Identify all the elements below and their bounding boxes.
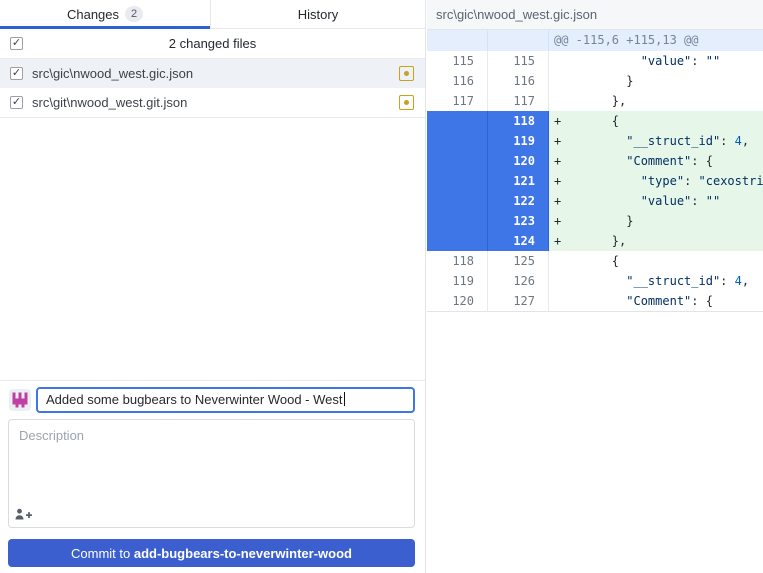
- diff-old-line-number[interactable]: [427, 211, 488, 231]
- diff-code-line: "__struct_id": 4,: [549, 271, 763, 291]
- diff-code-line: + "__struct_id": 4,: [549, 131, 763, 151]
- diff-new-line-number[interactable]: 116: [488, 71, 549, 91]
- diff-file-header: src\gic\nwood_west.gic.json: [427, 0, 763, 30]
- diff-old-line-number[interactable]: [427, 111, 488, 131]
- diff-code-line: + "Comment": {: [549, 151, 763, 171]
- commit-summary-input[interactable]: Added some bugbears to Neverwinter Wood …: [36, 387, 415, 413]
- diff-panel: src\gic\nwood_west.gic.json @@ -115,6 +1…: [427, 0, 763, 573]
- diff-old-line-number[interactable]: [427, 191, 488, 211]
- commit-button[interactable]: Commit to add-bugbears-to-neverwinter-wo…: [8, 539, 415, 567]
- file-path: src\gic\nwood_west.gic.json: [32, 66, 194, 81]
- diff-code-line: + },: [549, 231, 763, 251]
- changes-count-badge: 2: [125, 6, 144, 22]
- diff-old-line-number[interactable]: 117: [427, 91, 488, 111]
- modified-dot: [404, 100, 409, 105]
- diff-new-line-number[interactable]: 124: [488, 231, 549, 251]
- diff-new-line-number[interactable]: 121: [488, 171, 549, 191]
- diff-old-line-number[interactable]: [427, 231, 488, 251]
- file-row[interactable]: ✓ src\git\nwood_west.git.json: [0, 88, 425, 117]
- diff-row: 119 + "__struct_id": 4,: [427, 131, 763, 151]
- diff-code-line: + "value": "": [549, 191, 763, 211]
- diff-old-line-number[interactable]: 119: [427, 271, 488, 291]
- diff-code-line: "Comment": {: [549, 291, 763, 311]
- diff-new-line-number[interactable]: 117: [488, 91, 549, 111]
- diff-row: 115 115 "value": "": [427, 51, 763, 71]
- modified-dot: [404, 71, 409, 76]
- diff-row: 118 125 {: [427, 251, 763, 271]
- file-checkbox[interactable]: ✓: [10, 67, 23, 80]
- diff-old-line-number[interactable]: 118: [427, 251, 488, 271]
- github-desktop-window: Changes 2 History ✓ 2 changed files ✓ src…: [0, 0, 763, 573]
- modified-status-icon: [399, 95, 414, 110]
- diff-body: @@ -115,6 +115,13 @@ 115 115 "value": "" 11…: [427, 30, 763, 312]
- diff-new-line-number[interactable]: 119: [488, 131, 549, 151]
- commit-summary-row: Added some bugbears to Neverwinter Wood …: [9, 387, 415, 413]
- diff-row: 123 + }: [427, 211, 763, 231]
- diff-new-line-number[interactable]: 123: [488, 211, 549, 231]
- diff-old-line-number[interactable]: [427, 171, 488, 191]
- diff-code-line: }: [549, 71, 763, 91]
- diff-new-line-number[interactable]: 125: [488, 251, 549, 271]
- tab-history[interactable]: History: [210, 0, 425, 28]
- identicon-icon: [12, 392, 28, 408]
- diff-old-line-number: [427, 30, 488, 51]
- diff-code-line: "value": "": [549, 51, 763, 71]
- tab-changes-label: Changes: [66, 6, 120, 22]
- diff-row: 116 116 }: [427, 71, 763, 91]
- diff-row: 124 + },: [427, 231, 763, 251]
- sidebar-tabbar: Changes 2 History: [0, 0, 425, 29]
- avatar: [9, 389, 31, 411]
- diff-new-line-number: [488, 30, 549, 51]
- commit-form: Added some bugbears to Neverwinter Wood …: [0, 380, 425, 573]
- diff-new-line-number[interactable]: 127: [488, 291, 549, 311]
- diff-old-line-number[interactable]: 120: [427, 291, 488, 311]
- commit-description-input[interactable]: [9, 420, 414, 504]
- diff-old-line-number[interactable]: [427, 151, 488, 171]
- modified-status-icon: [399, 66, 414, 81]
- diff-hunk-row: @@ -115,6 +115,13 @@: [427, 30, 763, 51]
- diff-new-line-number[interactable]: 120: [488, 151, 549, 171]
- diff-code-line: },: [549, 91, 763, 111]
- diff-code-line: + "type": "cexostring",: [549, 171, 763, 191]
- file-checkbox[interactable]: ✓: [10, 96, 23, 109]
- commit-button-prefix: Commit to: [71, 545, 134, 561]
- tab-changes[interactable]: Changes 2: [0, 0, 210, 28]
- diff-old-line-number[interactable]: [427, 131, 488, 151]
- diff-row: 121+ "type": "cexostring",: [427, 171, 763, 191]
- commit-button-branch-name: add-bugbears-to-neverwinter-wood: [133, 545, 352, 561]
- diff-old-line-number[interactable]: 116: [427, 71, 488, 91]
- diff-new-line-number[interactable]: 122: [488, 191, 549, 211]
- changes-sidebar: Changes 2 History ✓ 2 changed files ✓ src…: [0, 0, 426, 573]
- diff-code-line: + }: [549, 211, 763, 231]
- text-caret: [343, 392, 345, 406]
- add-coauthor-button[interactable]: [14, 507, 36, 523]
- diff-row: 118 + {: [427, 111, 763, 131]
- diff-row: 117 117 },: [427, 91, 763, 111]
- diff-row: 120 127 "Comment": {: [427, 291, 763, 311]
- commit-description-box: [8, 419, 415, 528]
- tab-history-label: History: [297, 6, 339, 22]
- add-coauthor-icon: [15, 508, 32, 520]
- diff-row: 119 126 "__struct_id": 4,: [427, 271, 763, 291]
- diff-new-line-number[interactable]: 115: [488, 51, 549, 71]
- commit-summary-value: Added some bugbears to Neverwinter Wood …: [46, 392, 343, 407]
- diff-old-line-number[interactable]: 115: [427, 51, 488, 71]
- file-path: src\git\nwood_west.git.json: [32, 95, 188, 110]
- diff-code-line: @@ -115,6 +115,13 @@: [554, 33, 699, 47]
- diff-row: 122 + "value": "": [427, 191, 763, 211]
- changed-files-count-label: 2 changed files: [168, 36, 257, 51]
- diff-row: 120 + "Comment": {: [427, 151, 763, 171]
- diff-new-line-number[interactable]: 126: [488, 271, 549, 291]
- diff-new-line-number[interactable]: 118: [488, 111, 549, 131]
- file-row[interactable]: ✓ src\gic\nwood_west.gic.json: [0, 59, 425, 88]
- diff-code-line: {: [549, 251, 763, 271]
- changed-files-header: ✓ 2 changed files: [0, 29, 425, 59]
- diff-code-line: + {: [549, 111, 763, 131]
- changed-file-list: ✓ src\gic\nwood_west.gic.json ✓ src\git\nwo…: [0, 59, 425, 118]
